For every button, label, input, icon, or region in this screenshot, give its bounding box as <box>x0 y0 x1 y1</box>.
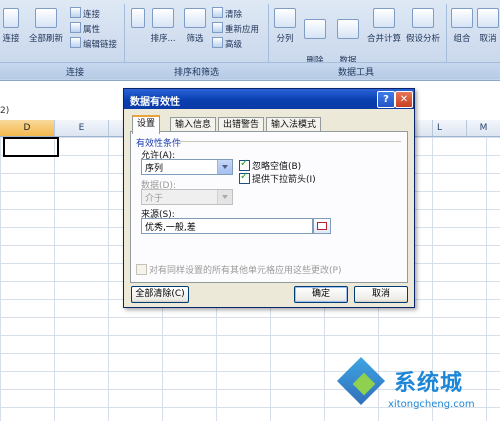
what-if-icon <box>412 8 434 28</box>
edit-links-button[interactable]: 编辑链接 <box>70 37 117 50</box>
chevron-down-icon <box>217 190 232 204</box>
advanced-button[interactable]: 高级 <box>212 37 242 50</box>
filter-button[interactable]: 筛选 <box>182 8 208 45</box>
column-header-l[interactable]: L <box>413 120 467 136</box>
data-select: 介于 <box>141 189 233 205</box>
apply-all-checkbox[interactable] <box>136 264 147 275</box>
ok-button[interactable]: 确定 <box>294 286 348 303</box>
connect-icon <box>3 8 19 28</box>
source-input[interactable]: 优秀,一般,差 <box>141 218 313 234</box>
filter-icon <box>184 8 206 28</box>
reapply-icon <box>212 22 223 33</box>
close-button[interactable]: ✕ <box>395 91 413 108</box>
watermark-brand: 系统城 <box>394 371 464 396</box>
clear-all-button[interactable]: 全部清除(C) <box>131 286 189 303</box>
group-label-connections: 连接 <box>66 68 85 78</box>
tab-error-alert[interactable]: 出错警告 <box>218 117 265 132</box>
watermark-url: xitongcheng.com <box>388 399 475 410</box>
data-select-value: 介于 <box>145 194 164 204</box>
apply-all-label: 对有同样设置的所有其他单元格应用这些更改(P) <box>149 266 342 276</box>
group-icon <box>451 8 473 28</box>
tab-ime-mode[interactable]: 输入法模式 <box>266 117 322 132</box>
tab-input-message[interactable]: 输入信息 <box>170 117 217 132</box>
clear-icon <box>212 7 223 18</box>
range-select-icon[interactable] <box>313 218 331 234</box>
in-cell-dropdown-label: 提供下拉箭头(I) <box>252 175 316 185</box>
edit-links-icon <box>70 37 81 48</box>
data-validation-icon <box>337 19 359 39</box>
ungroup-icon <box>477 8 499 28</box>
allow-select[interactable]: 序列 <box>141 159 233 175</box>
active-cell[interactable] <box>3 137 59 157</box>
allow-select-value: 序列 <box>145 164 164 174</box>
cancel-button[interactable]: 取消 <box>354 286 408 303</box>
text-to-columns-button[interactable]: 分列 <box>272 8 298 45</box>
dialog-title-bar[interactable]: 数据有效性 ? ✕ <box>124 89 414 109</box>
in-cell-dropdown-checkbox[interactable] <box>239 171 250 184</box>
ribbon: 连接 全部刷新 连接 属性 编辑链接 排序... 筛选 清除 重新应用 高级 分… <box>0 0 500 81</box>
advanced-icon <box>212 37 223 48</box>
column-header-e[interactable]: E <box>55 120 109 136</box>
what-if-analysis-button[interactable]: 假设分析 <box>404 8 442 45</box>
help-icon: ? <box>383 94 389 105</box>
sort-asc-button[interactable] <box>130 8 146 34</box>
connect-button[interactable]: 连接 <box>0 8 22 45</box>
text-to-columns-icon <box>274 8 296 28</box>
chevron-down-icon <box>217 160 232 174</box>
column-header-d[interactable]: D <box>0 120 55 136</box>
ignore-blank-checkbox[interactable] <box>239 158 250 171</box>
group-label-sort-filter: 排序和筛选 <box>174 68 220 78</box>
sort-button[interactable]: 排序... <box>146 8 180 45</box>
source-input-value: 优秀,一般,差 <box>145 223 196 233</box>
properties-icon <box>70 22 81 33</box>
properties-button[interactable]: 属性 <box>70 22 100 35</box>
tab-settings[interactable]: 设置 <box>132 115 161 134</box>
clear-button[interactable]: 清除 <box>212 7 242 20</box>
reapply-button[interactable]: 重新应用 <box>212 22 259 35</box>
section-divider <box>179 141 401 142</box>
ribbon-group-labels: 连接 排序和筛选 数据工具 <box>0 62 500 79</box>
group-button[interactable]: 组合 <box>450 8 474 45</box>
sort-icon <box>152 8 174 28</box>
ignore-blank-label: 忽略空值(B) <box>252 162 302 172</box>
refresh-all-button[interactable]: 全部刷新 <box>26 8 66 45</box>
watermark: 系统城 xitongcheng.com <box>330 356 500 421</box>
column-header-m[interactable]: M <box>467 120 500 136</box>
connections-button[interactable]: 连接 <box>70 7 100 20</box>
dialog-title: 数据有效性 <box>130 97 180 108</box>
connections-icon <box>70 7 81 18</box>
consolidate-icon <box>373 8 395 28</box>
sort-az-icon <box>131 8 145 28</box>
refresh-icon <box>35 8 57 28</box>
consolidate-button[interactable]: 合并计算 <box>366 8 402 45</box>
help-button[interactable]: ? <box>377 91 395 108</box>
close-icon: ✕ <box>399 94 409 105</box>
remove-duplicates-icon <box>304 19 326 39</box>
settings-panel: 有效性条件 允许(A): 序列 忽略空值(B) 提供下拉箭头(I) 数据(D):… <box>130 131 408 283</box>
group-label-data-tools: 数据工具 <box>338 68 375 78</box>
ungroup-button[interactable]: 取消 <box>476 8 500 45</box>
data-validation-dialog: 数据有效性 ? ✕ 设置 输入信息 出错警告 输入法模式 有效性条件 允许(A)… <box>123 88 415 308</box>
